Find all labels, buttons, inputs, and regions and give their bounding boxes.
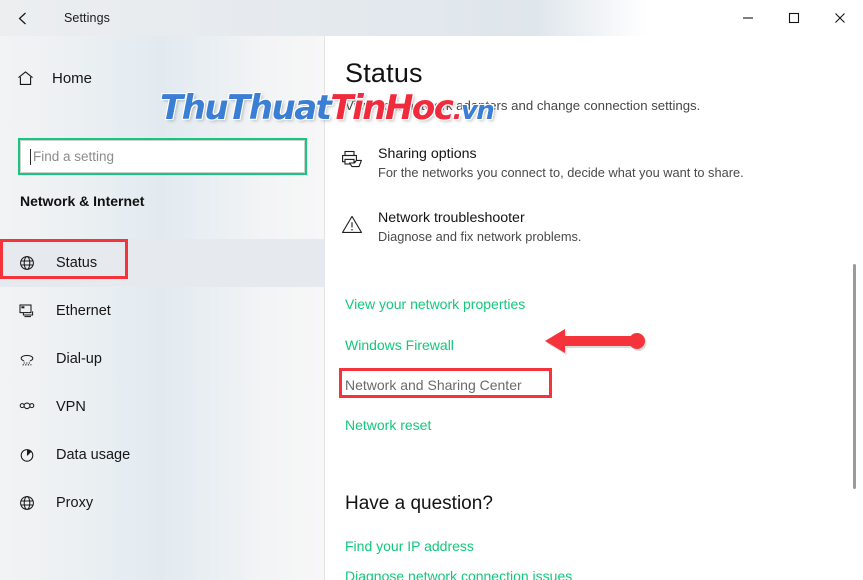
sharing-printer-folder-icon xyxy=(340,146,378,180)
minimize-button[interactable] xyxy=(725,0,771,36)
sidebar-item-home[interactable]: Home xyxy=(0,58,325,98)
page-title: Status xyxy=(345,58,423,88)
text-caret xyxy=(30,148,31,165)
sidebar: Home Find a setting Network & Internet S… xyxy=(0,36,325,580)
main-scrollbar[interactable] xyxy=(851,36,859,580)
sidebar-section-title: Network & Internet xyxy=(20,193,145,209)
link-view-network-properties[interactable]: View your network properties xyxy=(345,296,525,312)
link-diagnose-network-issues[interactable]: Diagnose network connection issues xyxy=(345,568,572,580)
sidebar-nav-list: Status Ethernet Dial-up VPN Data usage P… xyxy=(0,239,325,527)
question-section-title: Have a question? xyxy=(345,493,493,514)
sidebar-item-label: Ethernet xyxy=(56,303,111,319)
scrollbar-thumb[interactable] xyxy=(853,264,856,489)
vpn-icon xyxy=(18,398,46,416)
search-field-container: Find a setting xyxy=(18,138,307,175)
feature-heading: Network troubleshooter xyxy=(378,210,525,226)
link-network-reset[interactable]: Network reset xyxy=(345,417,431,433)
sidebar-item-ethernet[interactable]: Ethernet xyxy=(0,287,325,335)
feature-description: For the networks you connect to, decide … xyxy=(378,165,744,180)
sidebar-item-label: Data usage xyxy=(56,447,131,463)
selection-indicator xyxy=(0,248,3,278)
settings-window: Settings Home Find a setting Network & I… xyxy=(0,0,863,580)
search-placeholder: Find a setting xyxy=(33,149,115,164)
back-arrow-icon[interactable] xyxy=(0,0,46,36)
window-title: Settings xyxy=(64,11,110,25)
warning-triangle-icon xyxy=(340,210,378,244)
home-icon xyxy=(16,69,46,88)
link-windows-firewall[interactable]: Windows Firewall xyxy=(345,337,454,353)
link-network-and-sharing-center[interactable]: Network and Sharing Center xyxy=(345,377,522,393)
sidebar-item-label: VPN xyxy=(56,399,86,415)
dialup-phone-icon xyxy=(18,350,46,368)
feature-sharing-options[interactable]: Sharing options For the networks you con… xyxy=(340,146,850,180)
close-button[interactable] xyxy=(817,0,863,36)
page-subtitle: View your network adapters and change co… xyxy=(345,98,701,113)
globe-proxy-icon xyxy=(18,494,46,512)
sidebar-item-label: Status xyxy=(56,255,98,271)
sidebar-item-label: Dial-up xyxy=(56,351,102,367)
search-input[interactable]: Find a setting xyxy=(20,140,305,173)
sidebar-item-vpn[interactable]: VPN xyxy=(0,383,325,431)
globe-status-icon xyxy=(18,254,46,272)
arrow-annotation xyxy=(545,327,655,367)
ethernet-monitor-icon xyxy=(18,302,46,320)
sidebar-item-data-usage[interactable]: Data usage xyxy=(0,431,325,479)
feature-description: Diagnose and fix network problems. xyxy=(378,229,582,244)
sidebar-item-label: Proxy xyxy=(56,495,94,511)
title-bar: Settings xyxy=(0,0,863,36)
home-label: Home xyxy=(52,69,93,87)
maximize-button[interactable] xyxy=(771,0,817,36)
feature-heading: Sharing options xyxy=(378,146,477,162)
sidebar-item-proxy[interactable]: Proxy xyxy=(0,479,325,527)
link-find-ip-address[interactable]: Find your IP address xyxy=(345,538,474,554)
feature-text: Network troubleshooter Diagnose and fix … xyxy=(378,210,850,244)
feature-text: Sharing options For the networks you con… xyxy=(378,146,850,180)
sidebar-item-dialup[interactable]: Dial-up xyxy=(0,335,325,383)
feature-network-troubleshooter[interactable]: Network troubleshooter Diagnose and fix … xyxy=(340,210,850,244)
sidebar-item-status[interactable]: Status xyxy=(0,239,325,287)
pie-chart-icon xyxy=(18,446,46,464)
main-content: Status View your network adapters and ch… xyxy=(326,36,863,580)
